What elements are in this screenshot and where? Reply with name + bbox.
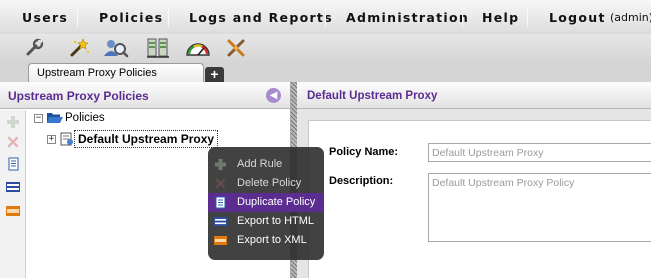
server-icon[interactable] [145, 37, 171, 59]
duplicate-icon [214, 196, 227, 209]
menu-users[interactable]: Users [22, 10, 68, 25]
policy-document-icon [60, 132, 74, 146]
add-icon[interactable] [6, 115, 20, 129]
xml-export-icon [214, 234, 227, 247]
context-menu: Add Rule Delete Policy Duplicate Policy … [208, 147, 324, 260]
menu-separator [325, 7, 326, 27]
add-icon [214, 158, 227, 171]
left-panel-header: Upstream Proxy Policies ◀ [0, 82, 290, 109]
delete-icon [214, 177, 227, 190]
tab-upstream-proxy-policies[interactable]: Upstream Proxy Policies [28, 63, 204, 83]
html-export-icon[interactable] [6, 180, 20, 194]
main-menu-bar: Users Policies Logs and Reports Administ… [0, 0, 651, 34]
new-tab-button[interactable]: + [205, 67, 224, 82]
context-menu-delete-policy[interactable]: Delete Policy [208, 174, 324, 193]
toolbar [0, 34, 651, 62]
collapse-panel-button[interactable]: ◀ [266, 88, 281, 103]
left-panel-title: Upstream Proxy Policies [8, 89, 149, 103]
policy-name-label: Policy Name: [329, 146, 399, 158]
tree-collapse-toggle[interactable]: − [34, 114, 43, 123]
policy-form: Policy Name: Default Upstream Proxy Desc… [308, 120, 651, 278]
xml-export-icon[interactable] [6, 204, 20, 218]
html-export-icon [214, 215, 227, 228]
menu-separator [77, 7, 78, 27]
menu-separator [462, 7, 463, 27]
description-field[interactable]: Default Upstream Proxy Policy [428, 173, 651, 242]
right-panel-header: Default Upstream Proxy [297, 82, 651, 109]
right-panel-title: Default Upstream Proxy [307, 90, 438, 102]
menu-logs-and-reports[interactable]: Logs and Reports [189, 10, 333, 25]
crossed-tools-icon[interactable] [224, 37, 250, 59]
menu-policies[interactable]: Policies [99, 10, 163, 25]
description-label: Description: [329, 175, 394, 187]
duplicate-icon[interactable] [6, 157, 20, 171]
policy-name-field[interactable]: Default Upstream Proxy [428, 143, 651, 162]
context-menu-export-html[interactable]: Export to HTML [208, 212, 324, 231]
menu-help[interactable]: Help [482, 10, 519, 25]
tree-expand-toggle[interactable]: + [47, 135, 56, 144]
menu-separator [527, 7, 528, 27]
tree-node-policies[interactable]: Policies [65, 112, 105, 124]
menu-separator [168, 7, 169, 27]
folder-open-icon [47, 112, 63, 124]
current-user-label: (admin) [610, 11, 651, 24]
menu-administration[interactable]: Administration [346, 10, 469, 25]
context-menu-export-xml[interactable]: Export to XML [208, 231, 324, 250]
menu-logout[interactable]: Logout [549, 10, 606, 25]
wand-icon[interactable] [65, 37, 91, 59]
context-menu-duplicate-policy[interactable]: Duplicate Policy [208, 193, 324, 212]
tree-node-default-upstream-proxy[interactable]: Default Upstream Proxy [74, 130, 219, 148]
delete-icon[interactable] [6, 135, 20, 149]
context-menu-add-rule[interactable]: Add Rule [208, 155, 324, 174]
policy-detail-panel: Default Upstream Proxy Policy Name: Defa… [297, 82, 651, 278]
tab-strip: Upstream Proxy Policies + [0, 62, 651, 83]
policy-side-toolbar [0, 110, 26, 278]
wrench-icon[interactable] [21, 37, 47, 59]
user-search-icon[interactable] [103, 37, 129, 59]
gauge-icon[interactable] [185, 37, 211, 59]
